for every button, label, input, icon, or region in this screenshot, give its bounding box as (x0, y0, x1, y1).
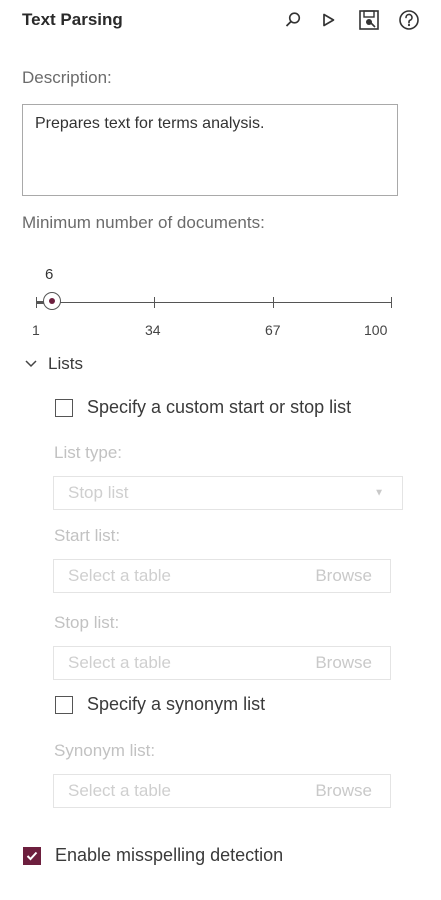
slider-tick-label: 34 (145, 322, 161, 338)
list-type-select[interactable]: Stop list ▼ (53, 476, 403, 510)
slider-thumb[interactable] (43, 292, 61, 310)
chevron-down-icon (25, 360, 37, 368)
synonym-list-placeholder: Select a table (68, 781, 172, 800)
misspelling-checkbox[interactable] (23, 847, 41, 865)
stop-list-field[interactable]: Select a table Browse (53, 646, 391, 680)
search-icon[interactable] (281, 8, 305, 32)
synonym-list-checkbox-label: Specify a synonym list (87, 694, 266, 714)
slider-tick (36, 297, 37, 308)
min-docs-label: Minimum number of documents: (22, 213, 265, 232)
description-label: Description: (22, 68, 112, 87)
run-icon[interactable] (316, 8, 340, 32)
list-type-label: List type: (54, 443, 123, 462)
checkmark-icon (26, 851, 38, 861)
save-icon[interactable] (357, 8, 381, 32)
synonym-list-field[interactable]: Select a table Browse (53, 774, 391, 808)
slider-value: 6 (45, 266, 54, 283)
slider-tick (154, 297, 155, 308)
lists-section-label: Lists (48, 354, 83, 373)
stop-list-browse-button[interactable]: Browse (315, 653, 372, 673)
start-list-label: Start list: (54, 526, 121, 545)
slider-tick-label: 67 (265, 322, 281, 338)
stop-list-placeholder: Select a table (68, 653, 172, 672)
caret-down-icon: ▼ (374, 487, 384, 499)
list-type-value: Stop list (68, 483, 129, 502)
custom-list-label: Specify a custom start or stop list (87, 397, 352, 417)
lists-section-toggle[interactable]: Lists (24, 354, 83, 374)
stop-list-label: Stop list: (54, 613, 120, 632)
custom-list-checkbox[interactable] (55, 399, 73, 417)
synonym-list-browse-button[interactable]: Browse (315, 781, 372, 801)
slider-track[interactable] (36, 302, 392, 303)
slider-tick-label: 100 (364, 322, 388, 338)
synonym-list-label: Synonym list: (54, 741, 156, 760)
description-textarea[interactable]: Prepares text for terms analysis. (22, 104, 398, 196)
slider-tick (391, 297, 392, 308)
help-icon[interactable] (397, 8, 421, 32)
slider-tick-label: 1 (32, 322, 40, 338)
start-list-field[interactable]: Select a table Browse (53, 559, 391, 593)
slider-tick (273, 297, 274, 308)
synonym-list-checkbox[interactable] (55, 696, 73, 714)
start-list-placeholder: Select a table (68, 566, 172, 585)
misspelling-label: Enable misspelling detection (55, 845, 284, 865)
panel-title: Text Parsing (22, 10, 123, 29)
start-list-browse-button[interactable]: Browse (315, 566, 372, 586)
